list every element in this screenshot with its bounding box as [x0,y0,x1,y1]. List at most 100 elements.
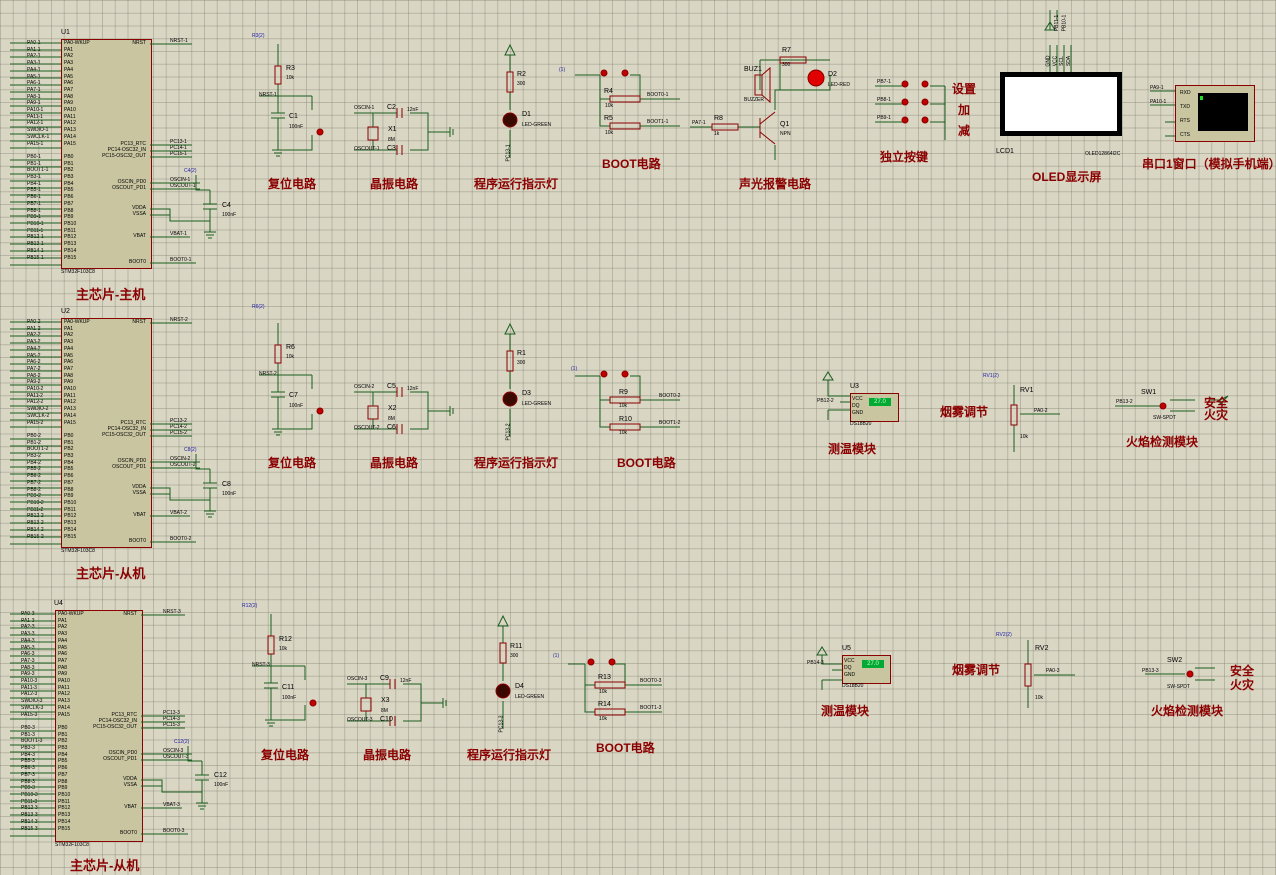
flame1-title: 火焰检测模块 [1126,435,1199,449]
temp2-display: 27.0 [862,660,884,668]
xtal1-n2: OSCOUT-1 [354,146,380,152]
reset2-tag: R6(2) [252,304,265,310]
reset1-r: R3 [286,65,295,72]
reset1-net: NRST-1 [259,92,277,98]
reset3-r: R12 [279,636,292,643]
temp2-part: DS18B20 [842,683,864,689]
reset1-rv: 10k [286,75,295,81]
led3-title: 程序运行指示灯 [467,748,552,762]
uart-net-1: PA9-1 [1150,85,1164,91]
boot3-n1: BOOT0-3 [640,678,662,684]
xtal1-xv: 8M [388,137,395,143]
oled-pin-vcc: VCC [1052,55,1059,67]
temp1-ref: U3 [850,383,859,390]
temp2-title: 测温模块 [821,704,870,718]
oled-screen [1000,72,1122,136]
xtal3-cv1: 12nF [400,678,412,684]
boot3-r2: R14 [598,701,611,708]
smoke1-tag: RV1(2) [983,373,999,379]
reset2-c: C7 [289,392,298,399]
led2-net: PC13-2 [505,423,512,441]
led1-r: R2 [517,71,526,78]
led1-rv: 300 [517,81,526,87]
alarm-r7: R7 [782,47,791,54]
flame2-l2: 火灾 [1230,678,1255,692]
xtal3-xv: 8M [381,708,388,714]
xtal3-n2: OSCOUT-3 [347,717,373,723]
uart-pin-rxd: RXD [1180,90,1191,96]
oled-title: OLED显示屏 [1032,170,1102,184]
alarm-r7v: 300 [782,62,791,68]
xtal3-c2: C10 [380,716,393,723]
key-net-2: PB8-1 [877,97,891,103]
led2-d: D3 [522,390,531,397]
temp2-pin-vcc: VCC [844,658,855,664]
temp1-title: 测温模块 [828,442,877,456]
xtal2-x: X2 [388,405,397,412]
led1-title: 程序运行指示灯 [474,177,559,191]
key-label-minus[interactable]: 减 [958,122,970,139]
reset3-tag: R12(2) [242,603,258,609]
reset1-tag: R3(2) [252,33,265,39]
boot3-title: BOOT电路 [596,741,655,755]
temp1-pin-vcc: VCC [852,396,863,402]
boot2-rv2: 10k [619,430,628,436]
key-label-set[interactable]: 设置 [952,80,976,97]
flame1-l2: 火灾 [1204,408,1229,422]
uart-pin-txd: TXD [1180,104,1190,110]
xtal1-n1: OSCIN-1 [354,105,375,111]
reset3-title: 复位电路 [261,748,310,762]
temp1-part: DS18B20 [850,421,872,427]
uart-pin-cts: CTS [1180,132,1190,138]
alarm-q: Q1 [780,121,790,128]
boot2-rv1: 10k [619,403,628,409]
xtal3-c1: C9 [380,675,389,682]
boot2-n2: BOOT1-2 [659,420,681,426]
boot1-rv2: 10k [605,130,614,136]
xtal2-title: 晶振电路 [370,456,419,470]
uart-pin-rts: RTS [1180,118,1190,124]
xtal1-title: 晶振电路 [370,177,419,191]
keys-title: 独立按键 [880,150,929,164]
smoke2-tag: RV2(2) [996,632,1012,638]
key-label-plus[interactable]: 加 [958,101,970,118]
boot1-rv1: 10k [605,103,614,109]
boot2-r2: R10 [619,416,632,423]
boot1-n1: BOOT0-1 [647,92,669,98]
boot1-r1: R4 [604,88,613,95]
flame1-part: SW-SPDT [1153,415,1176,421]
led1-d: D1 [522,111,531,118]
flame1-ref: SW1 [1141,389,1157,396]
reset2-r: R6 [286,344,295,351]
reset1-c: C1 [289,113,298,120]
smoke2-ref: RV2 [1035,645,1049,652]
led1-net: PC13-1 [505,144,512,162]
led3-dv: LED-GREEN [515,694,545,700]
led1-dv: LED-GREEN [522,122,552,128]
oled-pin-sda: SDA [1066,55,1073,67]
xtal1-c1: C2 [387,104,396,111]
led3-r: R11 [510,643,523,650]
xtal3-title: 晶振电路 [363,748,412,762]
uart-cursor-icon [1200,96,1203,100]
temp2-pin-dq: DQ [844,665,852,671]
boot2-title: BOOT电路 [617,456,676,470]
reset3-rv: 10k [279,646,288,652]
xtal3-x: X3 [381,697,390,704]
boot3-tag: (1) [553,653,560,659]
flame2-ref: SW2 [1167,657,1183,664]
key-net-1: PB7-1 [877,79,891,85]
temp2-net: PB14-3 [807,660,824,666]
led2-dv: LED-GREEN [522,401,552,407]
led3-d: D4 [515,683,524,690]
boot1-r2: R5 [604,115,613,122]
xtal1-x: X1 [388,126,397,133]
flame2-net: PB13-3 [1142,668,1159,674]
reset2-net: NRST-2 [259,371,277,377]
oled-pin-scl: SCL [1058,56,1065,66]
reset3-net: NRST-3 [252,662,270,668]
reset3-cv: 100nF [282,695,297,701]
alarm-net: PA7-1 [692,120,706,126]
flame2-part: SW-SPDT [1167,684,1190,690]
boot1-tag: (1) [559,67,566,73]
